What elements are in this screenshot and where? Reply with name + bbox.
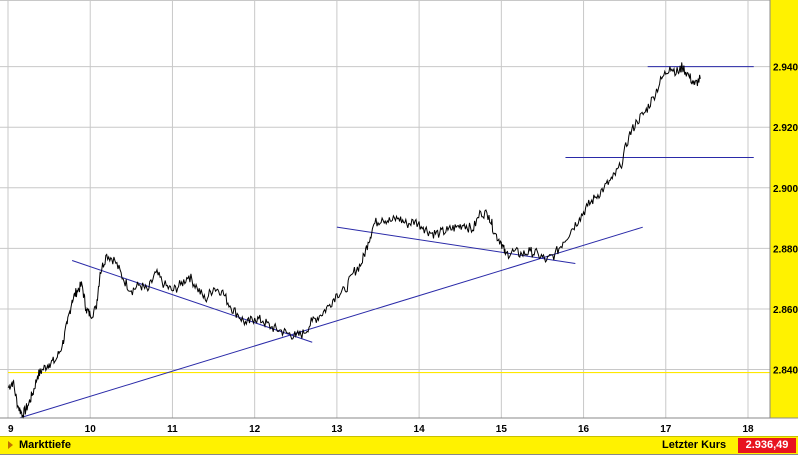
- x-axis-labels: 9 10 11 12 13 14 15 16 17 18: [8, 424, 754, 435]
- y-tick-label: 2.860: [773, 305, 798, 316]
- x-tick-label: 13: [331, 424, 343, 435]
- x-tick-label: 15: [496, 424, 508, 435]
- market-depth-toggle[interactable]: Markttiefe: [8, 439, 71, 451]
- plot-background: [0, 0, 770, 418]
- x-tick-label: 16: [578, 424, 590, 435]
- x-tick-label: 12: [249, 424, 261, 435]
- expand-triangle-icon: [8, 441, 13, 449]
- last-price-value: 2.936,49: [738, 438, 796, 453]
- x-tick-label: 11: [167, 424, 178, 435]
- y-tick-label: 2.900: [773, 184, 798, 195]
- y-tick-label: 2.880: [773, 244, 798, 255]
- x-tick-label: 10: [85, 424, 97, 435]
- y-tick-label: 2.920: [773, 123, 798, 134]
- footer-bar: Markttiefe Letzter Kurs 2.936,49: [0, 436, 798, 454]
- y-tick-label: 2.940: [773, 63, 798, 74]
- market-depth-label: Markttiefe: [19, 439, 71, 451]
- x-tick-label: 14: [414, 424, 426, 435]
- x-tick-label: 9: [8, 424, 14, 435]
- footer-bottom-strip: [0, 454, 798, 462]
- x-tick-label: 17: [660, 424, 672, 435]
- y-tick-label: 2.840: [773, 366, 798, 377]
- x-tick-label: 18: [742, 424, 754, 435]
- last-price-label: Letzter Kurs: [662, 439, 727, 451]
- price-chart: 2.840 2.860 2.880 2.900 2.920 2.940 9 10 11 12 13…: [0, 0, 798, 435]
